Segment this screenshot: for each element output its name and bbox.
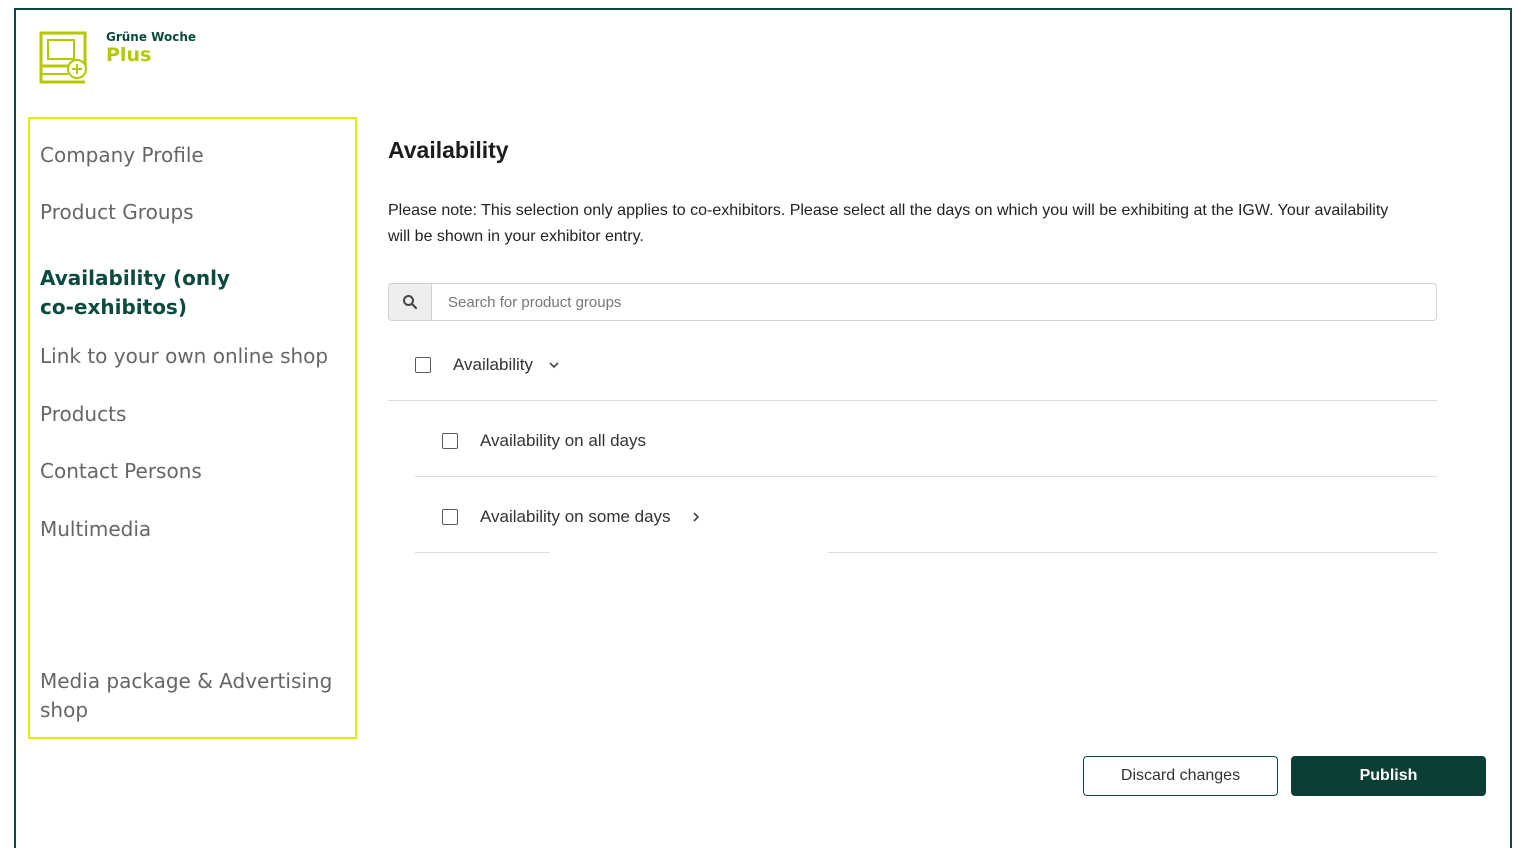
- search-icon: [403, 295, 418, 310]
- tree-child-row: Availability on some days: [442, 507, 703, 527]
- logo-icon: [39, 31, 87, 84]
- sidebar-item-products[interactable]: Products: [40, 400, 340, 429]
- all-days-label: Availability on all days: [480, 431, 646, 450]
- divider: [415, 552, 550, 553]
- search-input[interactable]: [432, 283, 1437, 321]
- info-note: Please note: This selection only applies…: [388, 202, 1389, 245]
- brand-logo[interactable]: Grüne Woche Plus: [38, 30, 196, 86]
- search-bar: [388, 283, 1437, 321]
- sidebar-item-online-shop[interactable]: Link to your own online shop: [40, 342, 340, 371]
- brand-name-small: Grüne Woche: [106, 30, 197, 44]
- chevron-down-icon[interactable]: [547, 358, 561, 372]
- tree-child-row: Availability on all days: [442, 431, 646, 451]
- availability-checkbox[interactable]: [415, 357, 431, 373]
- some-days-checkbox[interactable]: [442, 509, 458, 525]
- sidebar-item-media-package[interactable]: Media package & Advertising shop: [40, 667, 340, 725]
- divider: [388, 400, 1437, 401]
- sidebar-item-product-groups[interactable]: Product Groups: [40, 198, 340, 227]
- discard-changes-button[interactable]: Discard changes: [1083, 756, 1278, 796]
- page-title: Availability: [388, 137, 509, 163]
- sidebar-item-availability[interactable]: Availability (only co-exhibitos): [40, 264, 270, 322]
- tree-parent-row: Availability: [415, 355, 561, 375]
- divider: [415, 476, 1437, 477]
- brand-name-big: Plus: [106, 44, 152, 66]
- sidebar-item-company-profile[interactable]: Company Profile: [40, 141, 340, 170]
- sidebar-item-multimedia[interactable]: Multimedia: [40, 515, 340, 544]
- availability-label: Availability: [453, 355, 534, 374]
- publish-button[interactable]: Publish: [1291, 756, 1486, 796]
- sidebar-item-contact-persons[interactable]: Contact Persons: [40, 457, 340, 486]
- chevron-right-icon[interactable]: [689, 510, 703, 524]
- all-days-checkbox[interactable]: [442, 433, 458, 449]
- search-button[interactable]: [388, 283, 432, 321]
- divider: [828, 552, 1437, 553]
- sidebar-nav: Company Profile Product Groups Availabil…: [28, 117, 357, 739]
- some-days-label: Availability on some days: [480, 507, 671, 526]
